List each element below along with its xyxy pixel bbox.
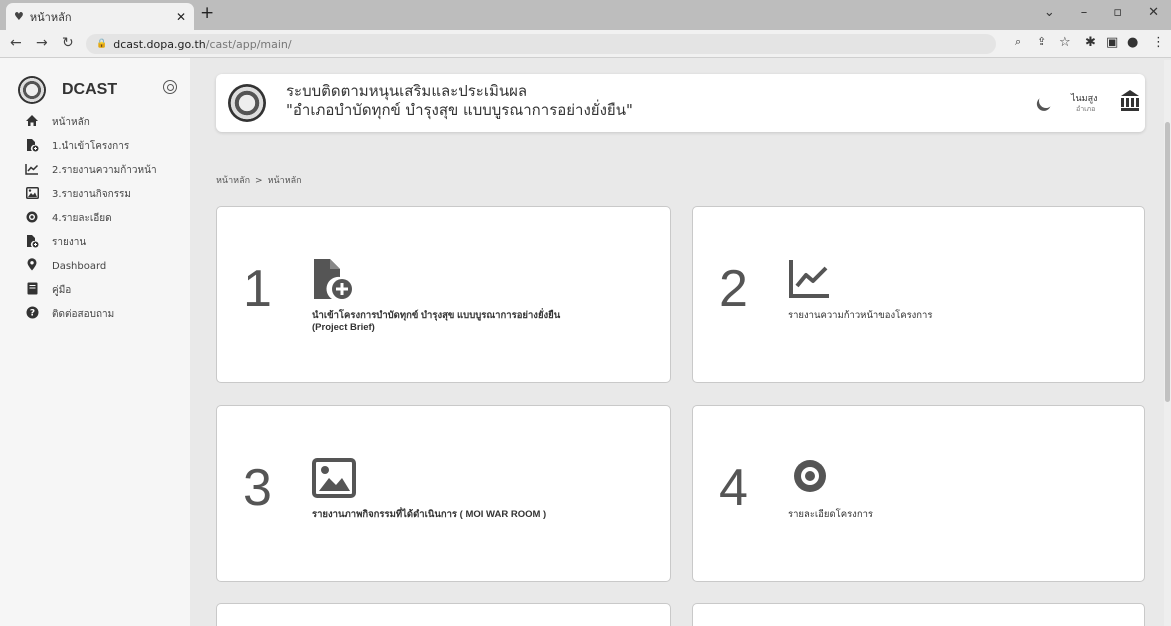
sidebar-item-details[interactable]: 4.รายละเอียด	[24, 206, 157, 230]
breadcrumb-separator: >	[255, 176, 263, 186]
breadcrumb-parent[interactable]: หน้าหลัก	[216, 176, 250, 186]
file-add-icon	[312, 257, 356, 301]
close-window-button[interactable]: ✕	[1148, 5, 1159, 20]
question-icon: ?	[24, 306, 40, 322]
url-host: dcast.dopa.go.th	[113, 37, 206, 51]
side-panel-icon[interactable]: ▣	[1106, 35, 1118, 50]
sidebar-item-activity-report[interactable]: 3.รายงานกิจกรรม	[24, 182, 157, 206]
card-label: รายงานภาพกิจกรรมที่ได้ดำเนินการ ( MOI WA…	[312, 509, 547, 520]
favicon-icon: ♥	[14, 10, 24, 23]
sidebar-item-label: หน้าหลัก	[52, 116, 90, 128]
lock-icon: 🔒	[96, 39, 108, 49]
dark-mode-moon-icon[interactable]	[1037, 92, 1055, 110]
address-bar[interactable]: 🔒 dcast.dopa.go.th/cast/app/main/	[86, 34, 996, 54]
reload-button[interactable]: ↻	[62, 35, 74, 51]
browser-tab[interactable]: ♥ หน้าหลัก ✕	[6, 3, 194, 30]
file-add-icon	[24, 234, 40, 251]
card-label: รายงานความก้าวหน้าของโครงการ	[788, 310, 933, 321]
sidebar-item-manual[interactable]: คู่มือ	[24, 278, 157, 302]
user-role: อำเภอ	[1076, 105, 1096, 113]
tab-search-icon[interactable]: ⌄	[1044, 5, 1055, 20]
sidebar-item-report[interactable]: รายงาน	[24, 230, 157, 254]
card-label: นำเข้าโครงการบำบัดทุกข์ บำรุงสุข แบบบูรณ…	[312, 310, 561, 333]
menu-card-partial[interactable]	[692, 603, 1145, 626]
image-icon	[24, 186, 40, 202]
sidebar-item-label: คู่มือ	[52, 284, 72, 296]
eye-icon	[24, 211, 40, 226]
card-number: 3	[243, 459, 272, 517]
sidebar-item-label: 2.รายงานความก้าวหน้า	[52, 164, 157, 176]
share-icon[interactable]: ⇪	[1037, 35, 1046, 48]
maximize-button[interactable]: ▫	[1113, 5, 1122, 20]
breadcrumb: หน้าหลัก > หน้าหลัก	[216, 173, 302, 187]
page-scrollbar[interactable]	[1164, 60, 1171, 626]
sidebar-item-progress-report[interactable]: 2.รายงานความก้าวหน้า	[24, 158, 157, 182]
book-icon	[24, 282, 40, 298]
chart-line-icon	[24, 163, 40, 178]
breadcrumb-current: หน้าหลัก	[267, 176, 302, 186]
image-icon	[312, 456, 356, 500]
scrollbar-thumb[interactable]	[1165, 122, 1170, 402]
menu-card-project-details[interactable]: 4 รายละเอียดโครงการ	[692, 405, 1145, 582]
dopa-seal-logo	[228, 84, 266, 122]
brand-name: DCAST	[62, 81, 118, 98]
sidebar-item-label: 3.รายงานกิจกรรม	[52, 188, 132, 200]
brand[interactable]: DCAST	[18, 76, 117, 104]
zoom-icon[interactable]: ⌕	[1015, 35, 1021, 49]
dopa-seal-logo	[18, 76, 46, 104]
browser-tabstrip: ♥ หน้าหลัก ✕ + ⌄ – ▫ ✕	[0, 0, 1171, 30]
minimize-button[interactable]: –	[1081, 5, 1088, 20]
browser-menu-icon[interactable]: ⋮	[1152, 35, 1165, 50]
system-subtitle: "อำเภอบำบัดทุกข์ บำรุงสุข แบบบูรณาการอย่…	[286, 101, 633, 119]
government-building-icon[interactable]	[1121, 90, 1139, 111]
extensions-icon[interactable]: ✱	[1085, 35, 1096, 50]
svg-text:?: ?	[29, 309, 34, 319]
system-title: ระบบติดตามหนุนเสริมและประเมินผล	[286, 82, 528, 100]
home-icon	[24, 114, 40, 130]
sidebar-menu: หน้าหลัก 1.นำเข้าโครงการ 2.รายงานความก้า…	[24, 110, 157, 326]
profile-avatar[interactable]: ●	[1127, 35, 1138, 50]
sidebar-item-import-project[interactable]: 1.นำเข้าโครงการ	[24, 134, 157, 158]
page-header: ระบบติดตามหนุนเสริมและประเมินผล "อำเภอบำ…	[216, 74, 1145, 132]
sidebar-item-dashboard[interactable]: Dashboard	[24, 254, 157, 278]
card-number: 2	[719, 260, 748, 318]
card-number: 1	[243, 260, 272, 318]
browser-tab-title: หน้าหลัก	[29, 10, 72, 24]
menu-card-partial[interactable]	[216, 603, 671, 626]
sidebar-item-label: 1.นำเข้าโครงการ	[52, 140, 130, 152]
card-number: 4	[719, 459, 748, 517]
sidebar-item-contact[interactable]: ? ติดต่อสอบถาม	[24, 302, 157, 326]
close-tab-icon[interactable]: ✕	[176, 10, 186, 24]
chart-line-icon	[788, 257, 832, 301]
menu-card-activity-report[interactable]: 3 รายงานภาพกิจกรรมที่ได้ดำเนินการ ( MOI …	[216, 405, 671, 582]
menu-card-import-project[interactable]: 1 นำเข้าโครงการบำบัดทุกข์ บำรุงสุข แบบบู…	[216, 206, 671, 383]
sidebar-item-label: Dashboard	[52, 260, 107, 272]
sidebar: DCAST หน้าหลัก 1.นำเข้าโครงการ 2.รายงานค…	[0, 58, 190, 626]
sidebar-toggle-icon[interactable]	[163, 80, 177, 94]
file-add-icon	[24, 138, 40, 155]
forward-button[interactable]: →	[36, 35, 48, 51]
sidebar-item-label: รายงาน	[52, 236, 87, 248]
url-path: /cast/app/main/	[205, 37, 292, 51]
sidebar-item-home[interactable]: หน้าหลัก	[24, 110, 157, 134]
sidebar-item-label: ติดต่อสอบถาม	[52, 308, 115, 320]
menu-card-progress-report[interactable]: 2 รายงานความก้าวหน้าของโครงการ	[692, 206, 1145, 383]
map-pin-icon	[24, 258, 40, 274]
window-controls: ⌄ – ▫ ✕	[1044, 5, 1159, 20]
back-button[interactable]: ←	[10, 35, 22, 51]
card-label: รายละเอียดโครงการ	[788, 509, 874, 520]
browser-toolbar: ← → ↻ 🔒 dcast.dopa.go.th/cast/app/main/ …	[0, 30, 1171, 58]
user-name[interactable]: ไนมสูง	[1071, 91, 1098, 105]
new-tab-button[interactable]: +	[200, 3, 214, 23]
bookmark-star-icon[interactable]: ☆	[1059, 35, 1071, 50]
eye-icon	[788, 456, 832, 500]
sidebar-item-label: 4.รายละเอียด	[52, 212, 112, 224]
